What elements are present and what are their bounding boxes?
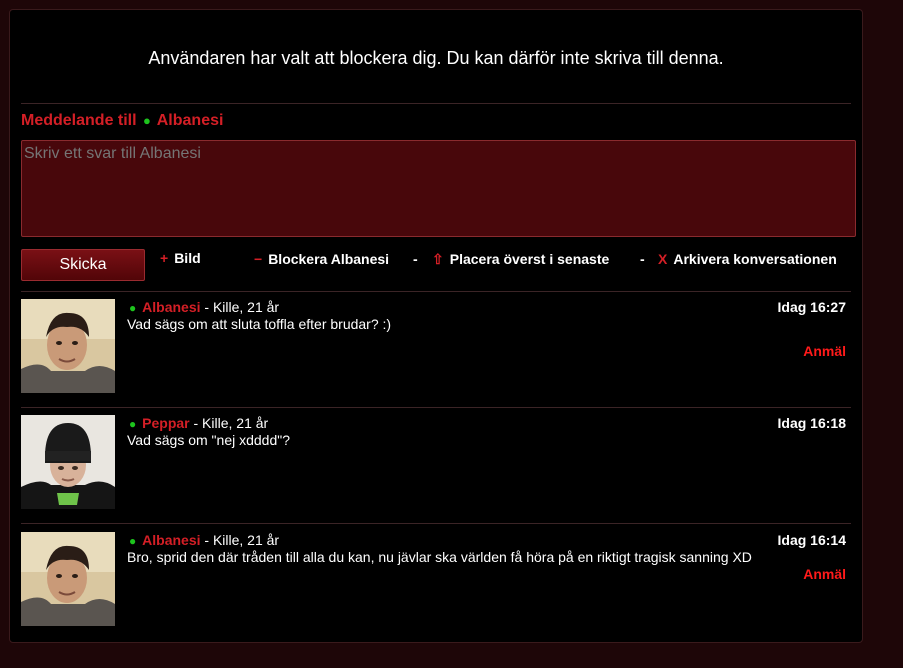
report-link[interactable]: Anmäl [803,343,846,359]
sender-info: - Kille, 21 år [204,299,280,315]
add-image-label: Bild [174,250,201,266]
divider [21,291,851,292]
divider [21,103,851,104]
separator: - [413,251,418,267]
message-meta: ● Peppar - Kille, 21 år [127,415,268,431]
close-icon: X [658,251,668,267]
message-meta: ● Albanesi - Kille, 21 år [127,299,279,315]
divider [21,523,851,524]
recipient-name-link[interactable]: Albanesi [157,112,224,129]
compose-heading: Meddelande till ● Albanesi [21,112,223,130]
pin-top-link[interactable]: ⇧ Placera överst i senaste [432,251,609,268]
message-text: Vad sägs om "nej xdddd"? [127,432,291,448]
online-status-icon: ● [143,113,151,128]
sender-info: - Kille, 21 år [193,415,269,431]
report-link[interactable]: Anmäl [803,566,846,582]
archive-conversation-link[interactable]: X Arkivera konversationen [658,251,837,267]
message-meta: ● Albanesi - Kille, 21 år [127,532,279,548]
message-item: ● Albanesi - Kille, 21 år Vad sägs om at… [21,299,851,399]
message-time: Idag 16:18 [777,415,846,431]
online-status-icon: ● [129,534,137,548]
avatar[interactable] [21,532,115,626]
minus-icon: − [254,251,263,267]
conversation-panel: Användaren har valt att blockera dig. Du… [9,9,863,643]
online-status-icon: ● [129,301,137,315]
divider [21,407,851,408]
sender-info: - Kille, 21 år [204,532,280,548]
message-text: Bro, sprid den där tråden till alla du k… [127,549,752,565]
avatar[interactable] [21,415,115,509]
add-image-link[interactable]: + Bild [160,250,201,266]
pin-top-label: Placera överst i senaste [449,251,610,267]
plus-icon: + [160,250,169,266]
online-status-icon: ● [129,417,137,431]
message-time: Idag 16:14 [777,532,846,548]
separator: - [640,251,645,267]
block-user-link[interactable]: − Blockera Albanesi [254,251,389,267]
send-button[interactable]: Skicka [21,249,145,281]
message-text: Vad sägs om att sluta toffla efter bruda… [127,316,392,332]
arrow-up-icon: ⇧ [432,251,444,267]
avatar[interactable] [21,299,115,393]
sender-name-link[interactable]: Albanesi [142,532,200,548]
message-item: ● Peppar - Kille, 21 år Vad sägs om "nej… [21,415,851,515]
archive-conversation-label: Arkivera konversationen [673,251,837,267]
block-user-label: Blockera Albanesi [268,251,390,267]
message-item: ● Albanesi - Kille, 21 år Bro, sprid den… [21,532,851,632]
sender-name-link[interactable]: Peppar [142,415,189,431]
message-time: Idag 16:27 [777,299,846,315]
reply-textarea[interactable] [21,140,856,237]
sender-name-link[interactable]: Albanesi [142,299,200,315]
blocked-notice: Användaren har valt att blockera dig. Du… [148,48,724,68]
compose-heading-label: Meddelande till [21,112,137,129]
